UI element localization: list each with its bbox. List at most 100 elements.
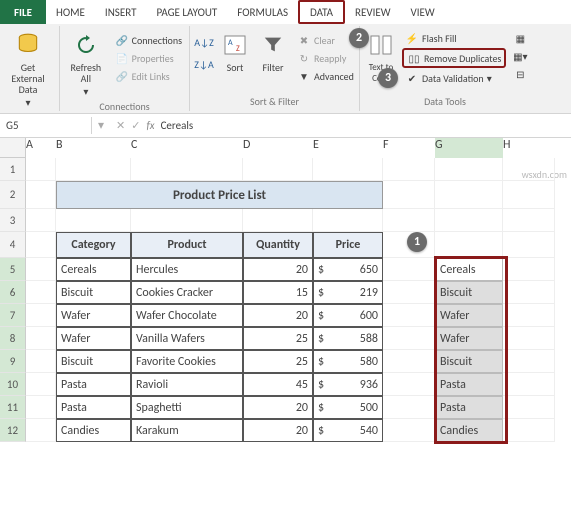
cell-b5[interactable]: Cereals xyxy=(56,258,131,281)
cell-g11[interactable]: Pasta xyxy=(435,396,503,419)
clear-button[interactable]: ✖Clear xyxy=(294,32,357,48)
col-header-e[interactable]: E xyxy=(313,138,383,158)
row-header-5[interactable]: 5 xyxy=(0,258,26,281)
cell-b11[interactable]: Pasta xyxy=(56,396,131,419)
tab-home[interactable]: HOME xyxy=(46,0,95,24)
cell-d6[interactable]: 15 xyxy=(243,281,313,304)
cell-e11[interactable]: $500 xyxy=(313,396,383,419)
tab-formulas[interactable]: FORMULAS xyxy=(227,0,298,24)
clear-icon: ✖ xyxy=(297,33,311,47)
col-header-c[interactable]: C xyxy=(131,138,243,158)
remove-duplicates-button[interactable]: ▯▯Remove Duplicates xyxy=(402,48,506,68)
row-header-6[interactable]: 6 xyxy=(0,281,26,304)
row-header-10[interactable]: 10 xyxy=(0,373,26,396)
cell-g6[interactable]: Biscuit xyxy=(435,281,503,304)
formula-value[interactable]: Cereals xyxy=(161,119,194,132)
cell-b7[interactable]: Wafer xyxy=(56,304,131,327)
cell-d7[interactable]: 20 xyxy=(243,304,313,327)
col-header-g[interactable]: G xyxy=(435,138,503,158)
cell-d9[interactable]: 25 xyxy=(243,350,313,373)
row-header-4[interactable]: 4 xyxy=(0,232,26,258)
th-price: Price xyxy=(313,232,383,258)
row-header-7[interactable]: 7 xyxy=(0,304,26,327)
relationships-button[interactable]: ⊟ xyxy=(510,66,530,82)
th-product: Product xyxy=(131,232,243,258)
cell-e10[interactable]: $936 xyxy=(313,373,383,396)
enter-icon[interactable]: ✓ xyxy=(131,119,140,132)
name-box[interactable]: G5 xyxy=(0,117,92,134)
name-box-dropdown[interactable]: ▾ xyxy=(92,118,110,133)
row-header-11[interactable]: 11 xyxy=(0,396,26,419)
cell-c10[interactable]: Ravioli xyxy=(131,373,243,396)
sort-button[interactable]: AZ Sort xyxy=(218,28,252,75)
tab-view[interactable]: VIEW xyxy=(401,0,445,24)
flash-fill-button[interactable]: ⚡Flash Fill xyxy=(402,30,506,46)
cell-c5[interactable]: Hercules xyxy=(131,258,243,281)
row-header-1[interactable]: 1 xyxy=(0,158,26,181)
edit-links-button[interactable]: 🔗Edit Links xyxy=(112,68,185,84)
cell-b10[interactable]: Pasta xyxy=(56,373,131,396)
refresh-all-button[interactable]: Refresh All ▾ xyxy=(64,28,108,99)
consolidate-button[interactable]: ▦ xyxy=(510,30,530,46)
svg-text:A: A xyxy=(228,38,233,48)
connections-button[interactable]: 🔗Connections xyxy=(112,32,185,48)
cell-c12[interactable]: Karakum xyxy=(131,419,243,442)
get-external-data-button[interactable]: Get External Data ▾ xyxy=(4,28,52,110)
cell-d12[interactable]: 20 xyxy=(243,419,313,442)
sort-desc-button[interactable]: Z↓A xyxy=(194,56,214,72)
col-header-b[interactable]: B xyxy=(56,138,131,158)
cell-g12[interactable]: Candies xyxy=(435,419,503,442)
fx-icon[interactable]: fx xyxy=(146,119,154,132)
cell-d11[interactable]: 20 xyxy=(243,396,313,419)
cell-b9[interactable]: Biscuit xyxy=(56,350,131,373)
cancel-icon[interactable]: ✕ xyxy=(116,119,125,132)
tab-insert[interactable]: INSERT xyxy=(95,0,147,24)
cell-e8[interactable]: $588 xyxy=(313,327,383,350)
cell-e7[interactable]: $600 xyxy=(313,304,383,327)
cell-b8[interactable]: Wafer xyxy=(56,327,131,350)
cell-c7[interactable]: Wafer Chocolate xyxy=(131,304,243,327)
whatif-button[interactable]: ▦▾ xyxy=(510,48,530,64)
filter-button[interactable]: Filter xyxy=(256,28,290,75)
cell-g9[interactable]: Biscuit xyxy=(435,350,503,373)
row-header-8[interactable]: 8 xyxy=(0,327,26,350)
cell-c6[interactable]: Cookies Cracker xyxy=(131,281,243,304)
data-validation-button[interactable]: ✔Data Validation ▾ xyxy=(402,70,506,86)
cell-e6[interactable]: $219 xyxy=(313,281,383,304)
cell-d5[interactable]: 20 xyxy=(243,258,313,281)
cell-g8[interactable]: Wafer xyxy=(435,327,503,350)
cell-b12[interactable]: Candies xyxy=(56,419,131,442)
select-all-corner[interactable] xyxy=(0,138,26,158)
cell-e9[interactable]: $580 xyxy=(313,350,383,373)
row-header-12[interactable]: 12 xyxy=(0,419,26,442)
tab-page-layout[interactable]: PAGE LAYOUT xyxy=(146,0,227,24)
cell-g5[interactable]: Cereals xyxy=(435,258,503,281)
cell-c9[interactable]: Favorite Cookies xyxy=(131,350,243,373)
cell-c8[interactable]: Vanilla Wafers xyxy=(131,327,243,350)
advanced-button[interactable]: ▼Advanced xyxy=(294,68,357,84)
cell-e12[interactable]: $540 xyxy=(313,419,383,442)
cell-d10[interactable]: 45 xyxy=(243,373,313,396)
spreadsheet-grid[interactable]: A B C D E F G H 1 2 Product Price List 3… xyxy=(0,138,571,442)
row-header-9[interactable]: 9 xyxy=(0,350,26,373)
properties-button[interactable]: 📄Properties xyxy=(112,50,185,66)
tab-file[interactable]: FILE xyxy=(0,0,46,24)
row-header-3[interactable]: 3 xyxy=(0,209,26,232)
tab-review[interactable]: REVIEW xyxy=(345,0,401,24)
cell-g7[interactable]: Wafer xyxy=(435,304,503,327)
cell-e5[interactable]: $650 xyxy=(313,258,383,281)
col-header-f[interactable]: F xyxy=(383,138,435,158)
cell-d8[interactable]: 25 xyxy=(243,327,313,350)
sort-asc-button[interactable]: A↓Z xyxy=(194,34,214,50)
reapply-button[interactable]: ↻Reapply xyxy=(294,50,357,66)
cell-g10[interactable]: Pasta xyxy=(435,373,503,396)
col-header-h[interactable]: H xyxy=(503,138,555,158)
sort-desc-icon: Z↓A xyxy=(197,57,211,71)
cell-b6[interactable]: Biscuit xyxy=(56,281,131,304)
tab-data[interactable]: DATA xyxy=(298,0,345,24)
row-header-2[interactable]: 2 xyxy=(0,181,26,209)
col-header-a[interactable]: A xyxy=(26,138,56,158)
col-header-d[interactable]: D xyxy=(243,138,313,158)
cell-c11[interactable]: Spaghetti xyxy=(131,396,243,419)
flash-fill-label: Flash Fill xyxy=(422,32,457,45)
